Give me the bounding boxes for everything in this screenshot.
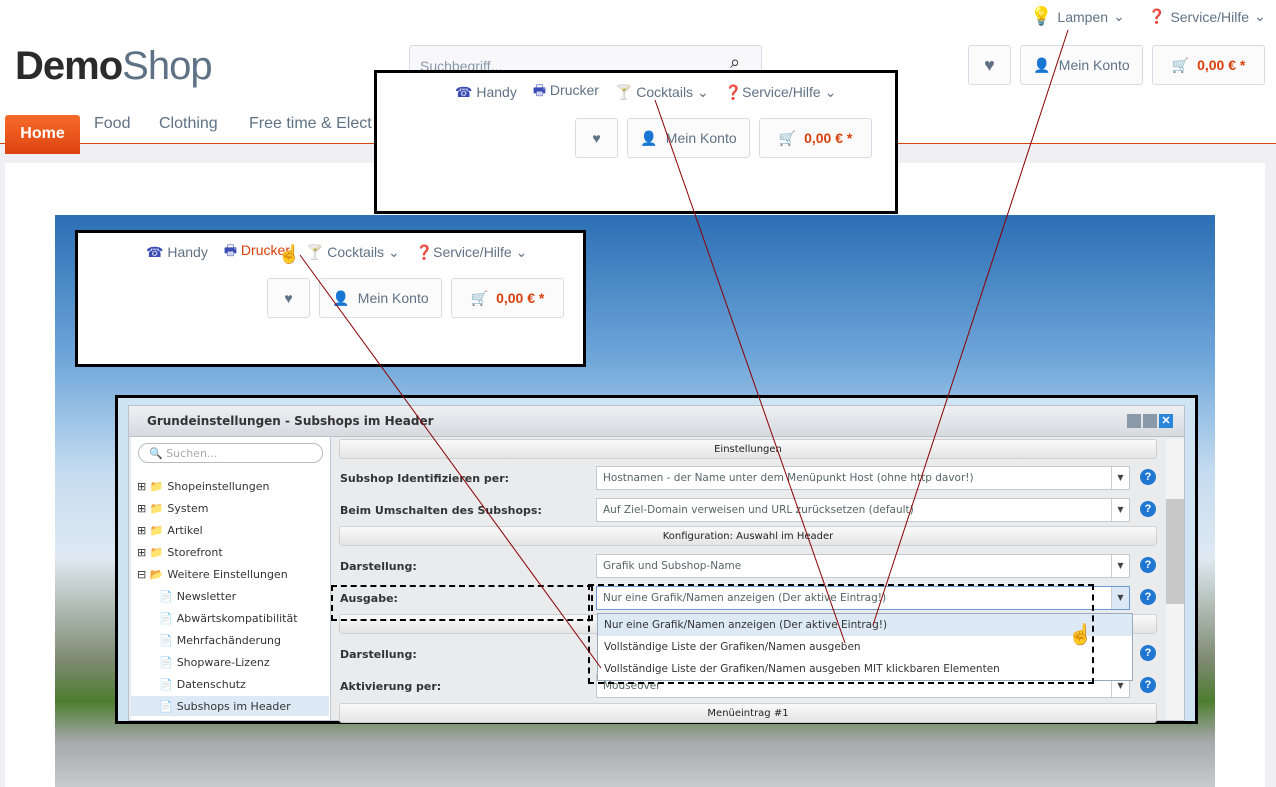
arrow-drucker <box>299 254 602 669</box>
arrow-cocktails <box>654 99 846 644</box>
annotation-arrows <box>299 29 1069 669</box>
arrow-lampen <box>872 29 1069 626</box>
